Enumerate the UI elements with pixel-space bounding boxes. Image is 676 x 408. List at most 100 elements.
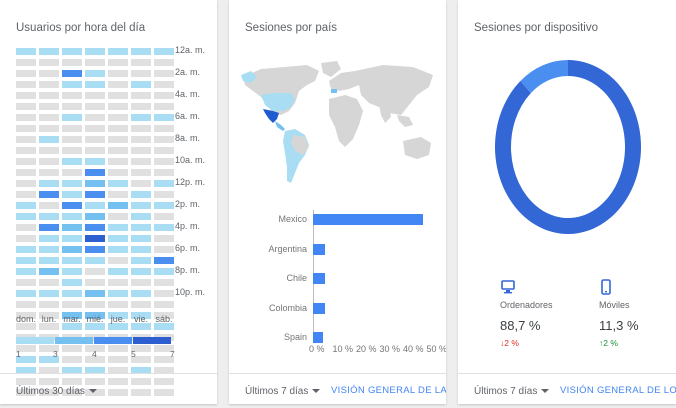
heatmap-cell[interactable] (154, 301, 174, 308)
heatmap-cell[interactable] (39, 268, 59, 275)
heatmap-cell[interactable] (131, 290, 151, 297)
heatmap-cell[interactable] (39, 48, 59, 55)
heatmap-cell[interactable] (131, 136, 151, 143)
heatmap-cell[interactable] (62, 103, 82, 110)
heatmap-cell[interactable] (108, 202, 128, 209)
heatmap-cell[interactable] (108, 81, 128, 88)
heatmap-cell[interactable] (16, 257, 36, 264)
heatmap-cell[interactable] (108, 147, 128, 154)
heatmap-cell[interactable] (131, 114, 151, 121)
heatmap-cell[interactable] (16, 213, 36, 220)
heatmap-cell[interactable] (62, 169, 82, 176)
heatmap-cell[interactable] (85, 235, 105, 242)
heatmap-cell[interactable] (131, 158, 151, 165)
heatmap-cell[interactable] (39, 323, 59, 330)
heatmap-cell[interactable] (108, 70, 128, 77)
heatmap-cell[interactable] (39, 246, 59, 253)
heatmap-cell[interactable] (154, 290, 174, 297)
heatmap-cell[interactable] (39, 70, 59, 77)
heatmap-cell[interactable] (108, 169, 128, 176)
heatmap-cell[interactable] (16, 70, 36, 77)
heatmap-cell[interactable] (62, 268, 82, 275)
heatmap-cell[interactable] (108, 136, 128, 143)
heatmap-cell[interactable] (62, 301, 82, 308)
heatmap-cell[interactable] (85, 103, 105, 110)
heatmap-cell[interactable] (62, 59, 82, 66)
heatmap-cell[interactable] (16, 114, 36, 121)
heatmap-cell[interactable] (85, 158, 105, 165)
heatmap-cell[interactable] (85, 290, 105, 297)
heatmap-cell[interactable] (131, 279, 151, 286)
heatmap-cell[interactable] (39, 125, 59, 132)
heatmap-cell[interactable] (39, 81, 59, 88)
heatmap-cell[interactable] (39, 202, 59, 209)
heatmap-cell[interactable] (108, 279, 128, 286)
heatmap-cell[interactable] (62, 345, 82, 352)
heatmap-cell[interactable] (39, 136, 59, 143)
heatmap-cell[interactable] (108, 158, 128, 165)
heatmap-cell[interactable] (85, 191, 105, 198)
users-date-range-dropdown[interactable]: Últimos 30 días (16, 386, 97, 397)
heatmap-cell[interactable] (108, 345, 128, 352)
heatmap-cell[interactable] (16, 279, 36, 286)
heatmap-cell[interactable] (62, 290, 82, 297)
heatmap-cell[interactable] (39, 158, 59, 165)
heatmap-cell[interactable] (85, 48, 105, 55)
bar-colombia[interactable] (313, 302, 325, 314)
heatmap-cell[interactable] (108, 114, 128, 121)
heatmap-cell[interactable] (108, 356, 128, 363)
heatmap-cell[interactable] (62, 257, 82, 264)
heatmap-cell[interactable] (16, 191, 36, 198)
heatmap-cell[interactable] (16, 158, 36, 165)
heatmap-cell[interactable] (62, 114, 82, 121)
heatmap-cell[interactable] (131, 378, 151, 385)
heatmap-cell[interactable] (62, 235, 82, 242)
heatmap-cell[interactable] (154, 103, 174, 110)
device-date-range-dropdown[interactable]: Últimos 7 días (474, 386, 550, 397)
heatmap-cell[interactable] (154, 213, 174, 220)
heatmap-cell[interactable] (131, 169, 151, 176)
donut-slice-ordenadores[interactable] (495, 60, 641, 235)
heatmap-cell[interactable] (85, 323, 105, 330)
heatmap-cell[interactable] (62, 202, 82, 209)
heatmap-cell[interactable] (108, 378, 128, 385)
heatmap-cell[interactable] (108, 224, 128, 231)
heatmap-cell[interactable] (39, 257, 59, 264)
heatmap-cell[interactable] (85, 114, 105, 121)
heatmap-cell[interactable] (108, 268, 128, 275)
donut-slice-móviles[interactable] (520, 60, 568, 94)
heatmap-cell[interactable] (131, 180, 151, 187)
heatmap-cell[interactable] (108, 389, 128, 396)
heatmap-cell[interactable] (16, 290, 36, 297)
heatmap-cell[interactable] (16, 169, 36, 176)
heatmap-cell[interactable] (85, 224, 105, 231)
heatmap-cell[interactable] (154, 268, 174, 275)
heatmap-cell[interactable] (16, 125, 36, 132)
heatmap-cell[interactable] (39, 92, 59, 99)
heatmap-cell[interactable] (131, 246, 151, 253)
heatmap-cell[interactable] (62, 323, 82, 330)
heatmap-cell[interactable] (62, 279, 82, 286)
heatmap-cell[interactable] (16, 268, 36, 275)
heatmap-cell[interactable] (131, 59, 151, 66)
heatmap-cell[interactable] (131, 213, 151, 220)
bar-chile[interactable] (313, 273, 325, 284)
heatmap-cell[interactable] (16, 81, 36, 88)
heatmap-cell[interactable] (62, 378, 82, 385)
heatmap-cell[interactable] (108, 59, 128, 66)
heatmap-cell[interactable] (16, 48, 36, 55)
heatmap-cell[interactable] (39, 235, 59, 242)
bar-mexico[interactable] (313, 214, 424, 225)
heatmap-cell[interactable] (39, 378, 59, 385)
heatmap-cell[interactable] (154, 81, 174, 88)
heatmap-cell[interactable] (154, 147, 174, 154)
heatmap-cell[interactable] (108, 125, 128, 132)
heatmap-cell[interactable] (85, 59, 105, 66)
heatmap-cell[interactable] (154, 136, 174, 143)
heatmap-cell[interactable] (85, 125, 105, 132)
heatmap-cell[interactable] (154, 125, 174, 132)
heatmap-cell[interactable] (131, 202, 151, 209)
heatmap-cell[interactable] (16, 235, 36, 242)
heatmap-cell[interactable] (154, 279, 174, 286)
heatmap-cell[interactable] (108, 180, 128, 187)
